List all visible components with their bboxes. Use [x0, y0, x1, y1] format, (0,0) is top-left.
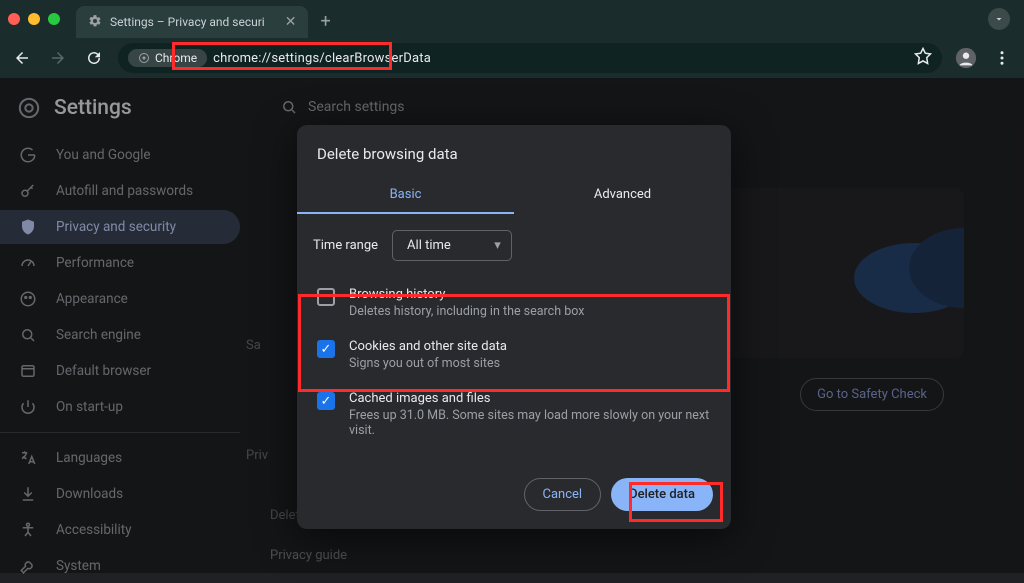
checkbox-cookies[interactable]: ✓ — [317, 340, 335, 358]
minimize-window-button[interactable] — [28, 13, 40, 25]
checkbox-row-cache[interactable]: ✓ Cached images and files Frees up 31.0 … — [313, 381, 715, 448]
tab-close-icon[interactable]: ✕ — [285, 14, 297, 30]
checkbox-browsing-history[interactable] — [317, 288, 335, 306]
time-range-label: Time range — [313, 238, 378, 253]
checkbox-subtitle: Frees up 31.0 MB. Some sites may load mo… — [349, 408, 711, 438]
macos-window-controls — [8, 13, 60, 25]
time-range-select[interactable]: All time — [392, 230, 512, 261]
tabs-dropdown-icon[interactable] — [988, 8, 1010, 30]
url-chrome-chip: Chrome — [128, 49, 207, 67]
bookmark-star-icon[interactable] — [914, 47, 932, 69]
checkbox-cache[interactable]: ✓ — [317, 392, 335, 410]
profile-avatar-icon[interactable] — [954, 46, 978, 70]
checkbox-subtitle: Deletes history, including in the search… — [349, 304, 584, 319]
checkbox-title: Cached images and files — [349, 391, 711, 406]
checkbox-title: Cookies and other site data — [349, 339, 507, 354]
tab-basic[interactable]: Basic — [297, 177, 514, 214]
tab-title: Settings – Privacy and securi — [110, 15, 265, 29]
time-range-value: All time — [407, 238, 451, 253]
dialog-actions: Cancel Delete data — [297, 454, 731, 529]
cancel-button[interactable]: Cancel — [524, 478, 602, 511]
chrome-chip-label: Chrome — [155, 51, 197, 65]
dialog-tabs: Basic Advanced — [297, 177, 731, 214]
browser-toolbar: Chrome chrome://settings/clearBrowserDat… — [0, 38, 1024, 78]
browser-tab-active[interactable]: Settings – Privacy and securi ✕ — [76, 6, 308, 38]
checkbox-row-cookies[interactable]: ✓ Cookies and other site data Signs you … — [313, 329, 715, 381]
url-text: chrome://settings/clearBrowserData — [213, 51, 431, 66]
checkbox-title: Browsing history — [349, 287, 584, 302]
new-tab-button[interactable]: + — [320, 11, 330, 32]
time-range-row: Time range All time — [313, 230, 715, 261]
back-button[interactable] — [10, 46, 34, 70]
dialog-title: Delete browsing data — [297, 125, 731, 177]
tab-advanced[interactable]: Advanced — [514, 177, 731, 214]
overflow-menu-icon[interactable] — [990, 46, 1014, 70]
delete-data-button[interactable]: Delete data — [611, 478, 713, 511]
checkbox-row-browsing-history[interactable]: Browsing history Deletes history, includ… — [313, 277, 715, 329]
window-titlebar: Settings – Privacy and securi ✕ + — [0, 0, 1024, 38]
checkbox-subtitle: Signs you out of most sites — [349, 356, 507, 371]
gear-icon — [88, 14, 102, 31]
forward-button[interactable] — [46, 46, 70, 70]
close-window-button[interactable] — [8, 13, 20, 25]
address-bar[interactable]: Chrome chrome://settings/clearBrowserDat… — [118, 43, 942, 73]
delete-browsing-data-dialog: Delete browsing data Basic Advanced Time… — [297, 125, 731, 529]
reload-button[interactable] — [82, 46, 106, 70]
fullscreen-window-button[interactable] — [48, 13, 60, 25]
